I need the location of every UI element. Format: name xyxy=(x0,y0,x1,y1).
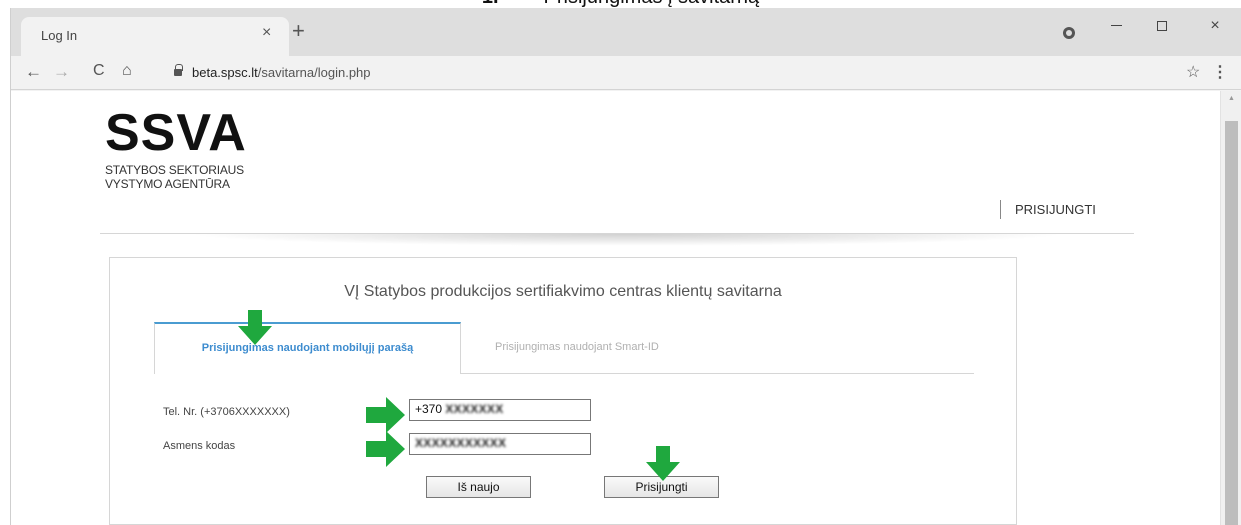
back-arrow-icon[interactable]: ← xyxy=(25,62,42,82)
minimize-icon xyxy=(1110,25,1122,27)
maximize-icon xyxy=(1157,20,1167,31)
tab-smart-id[interactable]: Prisijungimas naudojant Smart-ID xyxy=(461,324,974,374)
new-tab-icon[interactable]: + xyxy=(292,20,305,42)
url-host: beta.spsc.lt xyxy=(192,65,258,80)
window-close-icon: × xyxy=(1210,17,1220,34)
personal-code-input[interactable]: XXXXXXXXXXX xyxy=(409,433,591,455)
address-bar[interactable]: beta.spsc.lt/savitarna/login.php xyxy=(192,65,371,80)
site-logo[interactable]: SSVA STATYBOS SEKTORIAUS VYSTYMO AGENTŪR… xyxy=(105,107,247,191)
right-arrow-shape xyxy=(366,431,405,467)
minimize-button[interactable] xyxy=(1101,13,1131,39)
phone-label: Tel. Nr. (+3706XXXXXXX) xyxy=(163,406,290,418)
window-close-button[interactable]: × xyxy=(1200,13,1230,39)
personal-code-label: Asmens kodas xyxy=(163,440,236,452)
tab-close-icon[interactable]: × xyxy=(262,24,271,42)
header-divider-shadow xyxy=(186,234,1066,246)
nav-login-link[interactable]: PRISIJUNGTI xyxy=(1015,202,1096,217)
scroll-up-icon[interactable]: ▲ xyxy=(1228,95,1235,102)
document-caption: 1. Prisijungimas į savitarną xyxy=(0,0,1241,8)
bookmark-star-icon[interactable]: ☆ xyxy=(1186,62,1200,82)
logo-mark: SSVA xyxy=(105,104,247,162)
down-arrow-annotation-icon xyxy=(238,310,272,345)
reload-icon[interactable]: C xyxy=(93,62,105,80)
login-panel: VĮ Statybos produkcijos sertifiakvimo ce… xyxy=(109,257,1017,525)
down-arrow-annotation-icon xyxy=(646,446,680,481)
forward-arrow-icon[interactable]: → xyxy=(53,62,70,82)
browser-tab[interactable]: Log In × xyxy=(21,17,289,56)
url-path: /savitarna/login.php xyxy=(257,65,371,80)
logo-subtitle-line-1: STATYBOS SEKTORIAUS xyxy=(105,163,244,177)
phone-masked-value: XXXXXXX xyxy=(445,402,504,416)
tab-mobile-signature-label: Prisijungimas naudojant mobilųjį parašą xyxy=(201,342,414,354)
logo-subtitle-line-2: VYSTYMO AGENTŪRA xyxy=(105,177,230,191)
screenshot-root: 1. Prisijungimas į savitarną Log In × + ×… xyxy=(0,0,1241,525)
home-icon[interactable]: ⌂ xyxy=(122,62,132,80)
scroll-thumb[interactable] xyxy=(1225,121,1238,525)
browser-window: Log In × + × ← → C ⌂ beta.spsc.lt/savita… xyxy=(10,8,1241,525)
right-arrow-shape xyxy=(366,397,405,433)
nav-divider xyxy=(1000,200,1001,219)
right-arrow-annotation-icon xyxy=(366,431,405,467)
right-arrow-annotation-icon xyxy=(366,397,405,433)
caption-number: 1. xyxy=(482,0,499,9)
browser-toolbar: ← → C ⌂ beta.spsc.lt/savitarna/login.php… xyxy=(11,56,1241,90)
profile-icon[interactable] xyxy=(1063,27,1075,39)
lock-icon[interactable] xyxy=(174,64,183,76)
browser-menu-icon[interactable]: ⋮ xyxy=(1212,62,1228,82)
phone-input[interactable]: +370 XXXXXXX xyxy=(409,399,591,421)
tab-strip: Log In × + × xyxy=(11,8,1241,56)
maximize-button[interactable] xyxy=(1147,13,1177,39)
tab-mobile-signature[interactable]: Prisijungimas naudojant mobilųjį parašą xyxy=(154,322,461,374)
page-viewport: SSVA STATYBOS SEKTORIAUS VYSTYMO AGENTŪR… xyxy=(11,91,1220,525)
panel-title: VĮ Statybos produkcijos sertifiakvimo ce… xyxy=(344,283,782,300)
tab-title: Log In xyxy=(41,28,78,43)
page-scrollbar[interactable]: ▲ xyxy=(1220,91,1241,525)
tab-smart-id-label: Prisijungimas naudojant Smart-ID xyxy=(495,341,659,353)
down-arrow-shape xyxy=(238,310,272,345)
caption-text: Prisijungimas į savitarną xyxy=(544,0,760,8)
phone-prefix: +370 xyxy=(415,402,443,416)
down-arrow-shape xyxy=(646,446,680,481)
reset-button[interactable]: Iš naujo xyxy=(426,476,531,498)
personal-code-masked-value: XXXXXXXXXXX xyxy=(415,436,507,450)
